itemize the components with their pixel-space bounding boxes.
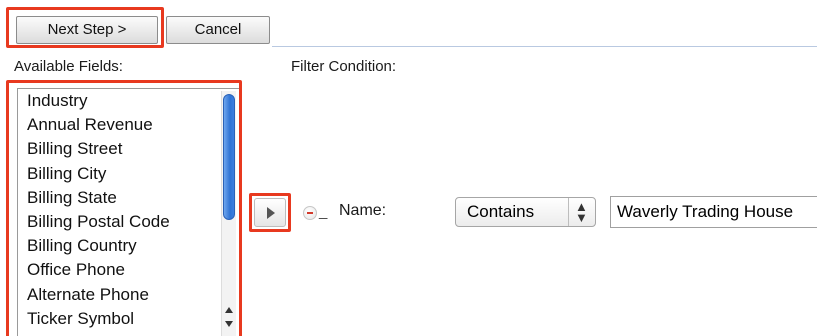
cancel-button[interactable]: Cancel (166, 16, 270, 44)
next-step-highlight (6, 7, 164, 48)
minus-bar (307, 212, 313, 214)
fields-list-highlight (6, 80, 242, 336)
add-field-highlight (249, 193, 291, 232)
available-fields-label: Available Fields: (14, 58, 123, 75)
up-down-arrows-icon: ▲ ▼ (575, 199, 588, 225)
minus-circle-icon[interactable] (303, 206, 317, 220)
remove-mark: _ (319, 203, 328, 220)
filter-condition-label: Filter Condition: (291, 58, 397, 75)
filter-field-label: Name: (339, 202, 387, 219)
select-divider (568, 198, 569, 226)
filter-value-input[interactable]: Waverly Trading House (610, 196, 817, 228)
operator-select[interactable]: Contains ▲ ▼ (455, 197, 596, 227)
divider (272, 46, 817, 47)
operator-value: Contains (467, 202, 535, 221)
